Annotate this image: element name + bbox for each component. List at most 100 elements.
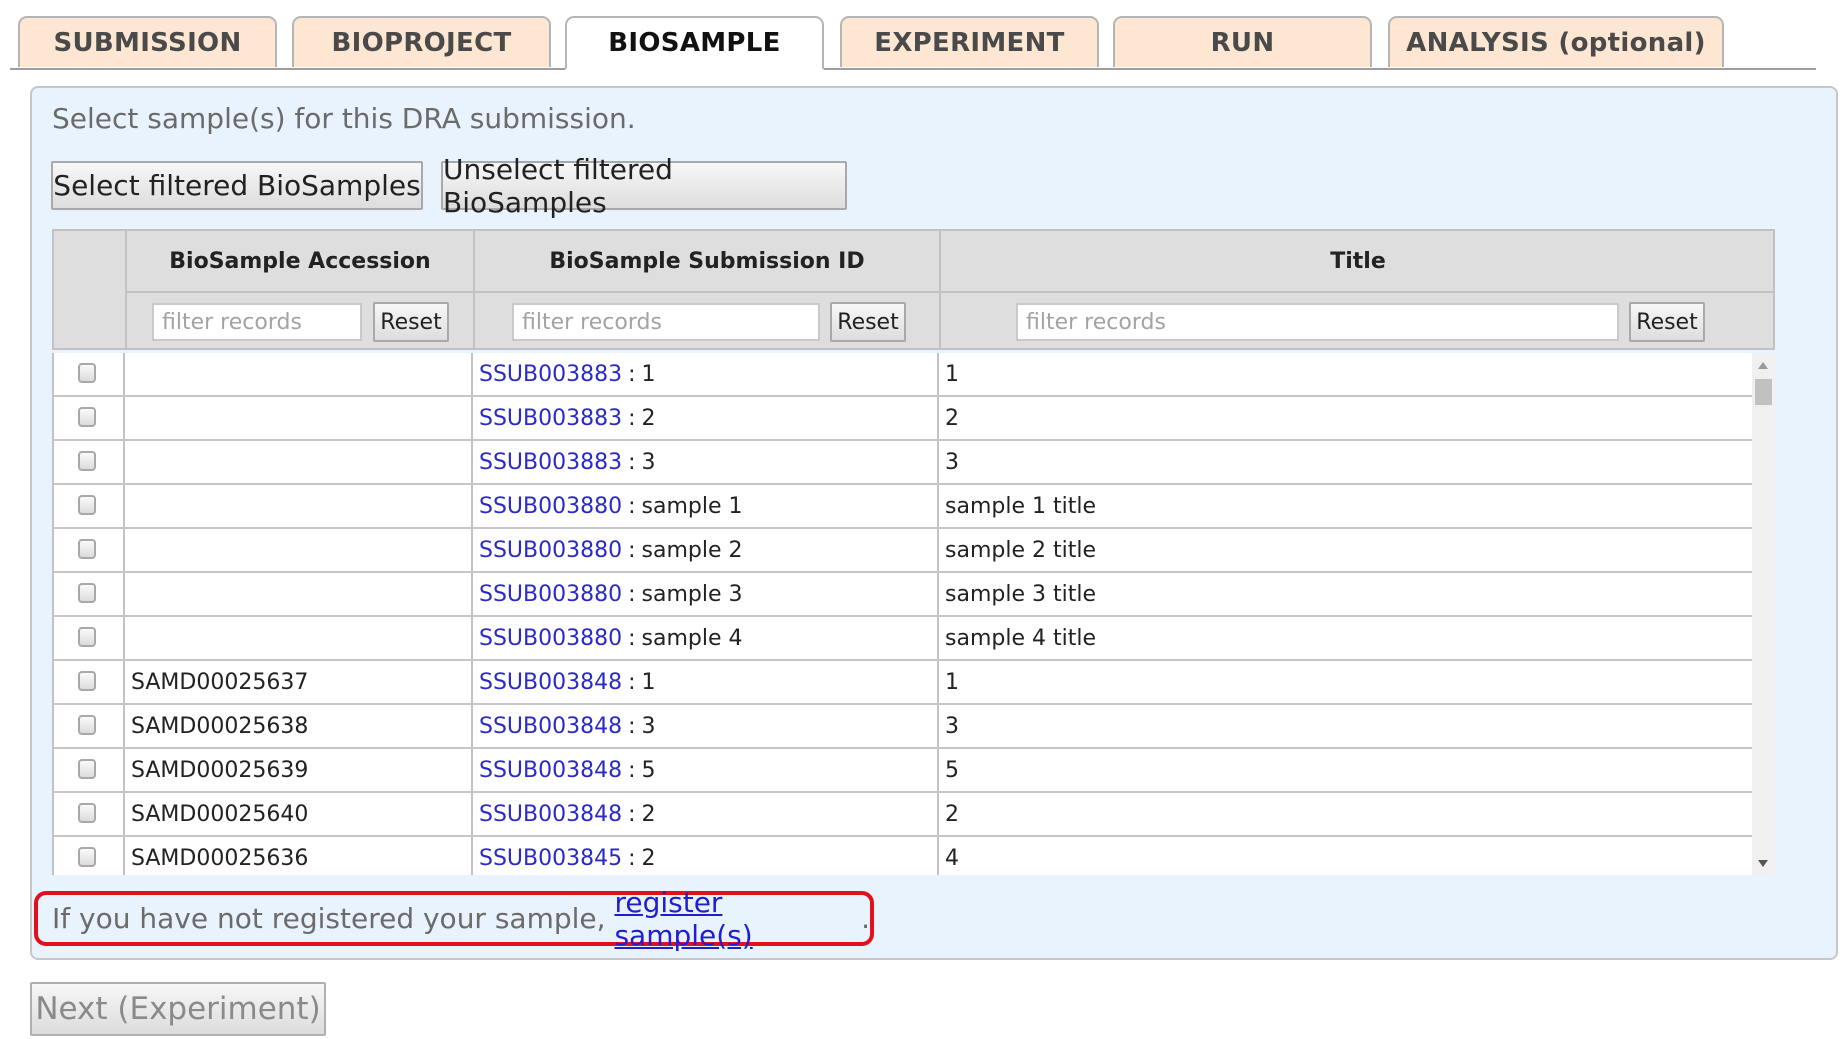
table-row[interactable]: SAMD00025640 SSUB003848:2 2 — [54, 793, 1752, 837]
notice-suffix: . — [861, 902, 870, 935]
table-row[interactable]: SSUB003880: sample 3 sample 3 title — [54, 573, 1752, 617]
cell-submission-id: SSUB003845:2 — [471, 837, 937, 875]
biosample-panel: Select sample(s) for this DRA submission… — [30, 86, 1838, 960]
submission-id-link[interactable]: SSUB003848 — [479, 802, 622, 827]
id-separator: : — [628, 581, 636, 607]
id-separator: : — [628, 845, 636, 871]
row-checkbox[interactable] — [78, 583, 96, 603]
cell-accession — [123, 573, 471, 615]
cell-title: sample 4 title — [937, 617, 1752, 659]
cell-accession — [123, 617, 471, 659]
cell-submission-id: SSUB003848:5 — [471, 749, 937, 791]
row-checkbox[interactable] — [78, 539, 96, 559]
cell-title: 3 — [937, 441, 1752, 483]
cell-title: 2 — [937, 793, 1752, 835]
table-row[interactable]: SAMD00025638 SSUB003848:3 3 — [54, 705, 1752, 749]
reset-button-submission-id[interactable]: Reset — [830, 302, 906, 342]
cell-submission-id: SSUB003848:2 — [471, 793, 937, 835]
submission-id-link[interactable]: SSUB003880 — [479, 626, 622, 651]
table-row[interactable]: SSUB003883:2 2 — [54, 397, 1752, 441]
id-separator: : — [628, 361, 636, 387]
sample-name: 2 — [641, 405, 656, 431]
sample-name: sample 1 — [641, 493, 743, 519]
id-separator: : — [628, 405, 636, 431]
scroll-down-arrow-icon[interactable] — [1758, 860, 1768, 867]
cell-accession: SAMD00025640 — [123, 793, 471, 835]
panel-heading: Select sample(s) for this DRA submission… — [52, 102, 636, 135]
unselect-filtered-button[interactable]: Unselect filtered BioSamples — [441, 153, 847, 219]
scroll-up-arrow-icon[interactable] — [1758, 362, 1768, 369]
submission-id-link[interactable]: SSUB003848 — [479, 758, 622, 783]
column-header-accession: BioSample Accession — [125, 231, 473, 291]
table-header: BioSample Accession BioSample Submission… — [52, 229, 1775, 350]
scroll-thumb[interactable] — [1755, 379, 1772, 405]
cell-title: sample 2 title — [937, 529, 1752, 571]
table-row[interactable]: SSUB003880: sample 2 sample 2 title — [54, 529, 1752, 573]
cell-accession — [123, 397, 471, 439]
row-checkbox[interactable] — [78, 627, 96, 647]
tab-experiment[interactable]: EXPERIMENT — [840, 16, 1099, 67]
column-header-submission-id: BioSample Submission ID — [473, 231, 939, 291]
table-row[interactable]: SSUB003880: sample 4 sample 4 title — [54, 617, 1752, 661]
submission-id-link[interactable]: SSUB003880 — [479, 494, 622, 519]
submission-id-link[interactable]: SSUB003880 — [479, 538, 622, 563]
submission-id-link[interactable]: SSUB003883 — [479, 450, 622, 475]
row-checkbox[interactable] — [78, 671, 96, 691]
cell-title: 5 — [937, 749, 1752, 791]
register-samples-link[interactable]: register sample(s) — [614, 886, 861, 952]
filter-input-title[interactable] — [1016, 303, 1619, 341]
filter-input-accession[interactable] — [152, 303, 362, 341]
filter-cell-title: Reset — [939, 291, 1775, 350]
row-checkbox[interactable] — [78, 363, 96, 383]
sample-name: 5 — [641, 757, 656, 783]
table-row[interactable]: SAMD00025637 SSUB003848:1 1 — [54, 661, 1752, 705]
cell-submission-id: SSUB003848:3 — [471, 705, 937, 747]
submission-id-link[interactable]: SSUB003848 — [479, 714, 622, 739]
cell-submission-id: SSUB003880: sample 3 — [471, 573, 937, 615]
tab-analysis[interactable]: ANALYSIS (optional) — [1388, 16, 1724, 67]
submission-id-link[interactable]: SSUB003883 — [479, 406, 622, 431]
row-checkbox[interactable] — [78, 803, 96, 823]
tab-submission[interactable]: SUBMISSION — [18, 16, 277, 67]
sample-name: 1 — [641, 669, 656, 695]
cell-submission-id: SSUB003883:1 — [471, 353, 937, 395]
table-row[interactable]: SAMD00025639 SSUB003848:5 5 — [54, 749, 1752, 793]
biosample-table: BioSample Accession BioSample Submission… — [52, 229, 1775, 875]
notice-text: If you have not registered your sample, — [52, 902, 615, 935]
cell-submission-id: SSUB003883:3 — [471, 441, 937, 483]
select-filtered-button[interactable]: Select filtered BioSamples — [51, 161, 423, 210]
row-checkbox[interactable] — [78, 451, 96, 471]
sample-name: sample 2 — [641, 537, 743, 563]
cell-accession: SAMD00025639 — [123, 749, 471, 791]
tab-run[interactable]: RUN — [1113, 16, 1372, 67]
table-row[interactable]: SSUB003883:1 1 — [54, 353, 1752, 397]
reset-button-accession[interactable]: Reset — [373, 302, 449, 342]
table-row[interactable]: SSUB003883:3 3 — [54, 441, 1752, 485]
row-checkbox[interactable] — [78, 407, 96, 427]
cell-submission-id: SSUB003883:2 — [471, 397, 937, 439]
tab-biosample[interactable]: BIOSAMPLE — [565, 16, 824, 70]
next-experiment-button[interactable]: Next (Experiment) — [30, 982, 326, 1036]
sample-name: sample 4 — [641, 625, 743, 651]
table-scrollbar[interactable] — [1752, 353, 1775, 875]
cell-submission-id: SSUB003848:1 — [471, 661, 937, 703]
row-checkbox[interactable] — [78, 495, 96, 515]
table-row[interactable]: SAMD00025636 SSUB003845:2 4 — [54, 837, 1752, 875]
tab-bar: SUBMISSION BIOPROJECT BIOSAMPLE EXPERIME… — [10, 0, 1816, 70]
sample-name: 1 — [641, 361, 656, 387]
row-checkbox[interactable] — [78, 847, 96, 867]
cell-title: 3 — [937, 705, 1752, 747]
cell-accession — [123, 353, 471, 395]
tab-bioproject[interactable]: BIOPROJECT — [292, 16, 551, 67]
submission-id-link[interactable]: SSUB003880 — [479, 582, 622, 607]
reset-button-title[interactable]: Reset — [1629, 302, 1705, 342]
row-checkbox[interactable] — [78, 759, 96, 779]
submission-id-link[interactable]: SSUB003883 — [479, 362, 622, 387]
submission-id-link[interactable]: SSUB003845 — [479, 846, 622, 871]
row-checkbox[interactable] — [78, 715, 96, 735]
submission-id-link[interactable]: SSUB003848 — [479, 670, 622, 695]
table-row[interactable]: SSUB003880: sample 1 sample 1 title — [54, 485, 1752, 529]
filter-input-submission-id[interactable] — [512, 303, 820, 341]
cell-accession — [123, 441, 471, 483]
cell-submission-id: SSUB003880: sample 1 — [471, 485, 937, 527]
